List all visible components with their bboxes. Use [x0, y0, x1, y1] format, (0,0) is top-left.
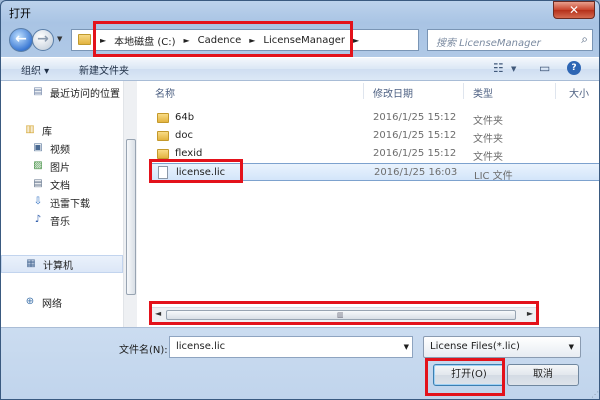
filetype-select[interactable]: License Files(*.lic) ▼: [423, 336, 581, 358]
filename-value: license.lic: [176, 341, 226, 352]
search-input[interactable]: 搜索 LicenseManager ⌕: [427, 29, 593, 51]
arrow-left-icon: ←: [15, 31, 27, 47]
thunder-download-icon: ⇩: [33, 196, 43, 207]
network-icon: ⊕: [25, 296, 35, 307]
title-bar: 打开 ✕: [1, 1, 599, 23]
arrow-right-icon: →: [37, 31, 49, 47]
column-header-name[interactable]: 名称: [155, 85, 175, 100]
file-row-doc[interactable]: doc 2016/1/25 15:12 文件夹: [149, 127, 599, 145]
filename-field[interactable]: license.lic ▼: [169, 336, 413, 358]
file-modified: 2016/1/25 16:03: [374, 167, 458, 178]
file-name: flexid: [175, 148, 203, 159]
file-modified: 2016/1/25 15:12: [373, 112, 457, 123]
folder-icon: [157, 131, 169, 141]
nav-item-thunder-downloads[interactable]: ⇩ 迅雷下载: [1, 193, 123, 211]
document-icon: ▤: [33, 178, 43, 189]
filetype-value: License Files(*.lic): [430, 341, 520, 352]
column-divider[interactable]: [363, 83, 364, 99]
nav-item-label: 计算机: [43, 260, 73, 272]
file-type: 文件夹: [473, 152, 503, 163]
chevron-down-icon[interactable]: ▼: [511, 65, 516, 73]
highlight-box-file: [149, 159, 243, 183]
command-toolbar: 组织 ▾ 新建文件夹 ☷ ▼ ▭ ?: [1, 57, 599, 81]
file-type: LIC 文件: [474, 171, 513, 182]
resize-grip-icon[interactable]: ⋰: [591, 390, 599, 399]
view-options-icon[interactable]: ☷: [493, 61, 504, 75]
nav-item-library[interactable]: ▥ 库: [1, 121, 123, 139]
new-folder-button[interactable]: 新建文件夹: [79, 62, 129, 77]
nav-item-label: 图片: [50, 162, 70, 174]
main-content: ▤ 最近访问的位置 ▥ 库 ▣ 视频 ▨ 图片 ▤ 文档 ⇩ 迅雷下载 ♪ 音乐…: [1, 81, 599, 327]
video-icon: ▣: [33, 142, 43, 153]
file-name: doc: [175, 130, 193, 141]
dialog-footer: 文件名(N): license.lic ▼ License Files(*.li…: [1, 327, 599, 399]
nav-item-label: 迅雷下载: [50, 198, 90, 210]
nav-item-computer[interactable]: ▦ 计算机: [1, 255, 123, 273]
nav-item-label: 网络: [42, 298, 62, 310]
search-placeholder: 搜索 LicenseManager: [436, 38, 541, 49]
file-type: 文件夹: [473, 116, 503, 127]
filename-label: 文件名(N):: [119, 345, 168, 356]
chevron-down-icon[interactable]: ▼: [404, 343, 409, 351]
library-icon: ▥: [25, 124, 35, 135]
close-button[interactable]: ✕: [553, 1, 595, 19]
folder-icon: [78, 34, 91, 45]
column-header-modified[interactable]: 修改日期: [373, 85, 413, 100]
organize-button[interactable]: 组织 ▾: [21, 62, 49, 77]
nav-item-label: 库: [42, 126, 52, 138]
nav-item-documents[interactable]: ▤ 文档: [1, 175, 123, 193]
computer-icon: ▦: [26, 258, 36, 269]
recent-locations-dropdown[interactable]: ▼: [57, 35, 62, 43]
highlight-box-address: [93, 21, 353, 57]
nav-item-video[interactable]: ▣ 视频: [1, 139, 123, 157]
file-modified: 2016/1/25 15:12: [373, 130, 457, 141]
picture-icon: ▨: [33, 160, 43, 171]
nav-item-label: 视频: [50, 144, 70, 156]
column-divider[interactable]: [555, 83, 556, 99]
nav-item-label: 最近访问的位置: [50, 88, 120, 100]
search-icon[interactable]: ⌕: [581, 32, 588, 47]
folder-icon: [157, 113, 169, 123]
file-list-view: 名称 修改日期 类型 大小 64b 2016/1/25 15:12 文件夹 do…: [143, 81, 599, 327]
column-header-size[interactable]: 大小: [569, 85, 589, 100]
music-icon: ♪: [34, 214, 42, 225]
recent-places-icon: ▤: [33, 86, 43, 97]
nav-item-label: 音乐: [50, 216, 70, 228]
highlight-box-open: [425, 358, 505, 396]
back-button[interactable]: ←: [9, 28, 33, 52]
window-title: 打开: [9, 7, 31, 20]
nav-item-pictures[interactable]: ▨ 图片: [1, 157, 123, 175]
chevron-down-icon: ▼: [568, 343, 574, 351]
help-icon[interactable]: ?: [567, 61, 581, 75]
column-header-type[interactable]: 类型: [473, 85, 493, 100]
scrollbar-thumb[interactable]: [126, 139, 136, 295]
navigation-pane: ▤ 最近访问的位置 ▥ 库 ▣ 视频 ▨ 图片 ▤ 文档 ⇩ 迅雷下载 ♪ 音乐…: [1, 81, 137, 327]
column-divider[interactable]: [463, 83, 464, 99]
file-row-64b[interactable]: 64b 2016/1/25 15:12 文件夹: [149, 109, 599, 127]
preview-pane-icon[interactable]: ▭: [539, 61, 550, 75]
navigation-scrollbar[interactable]: [123, 81, 137, 327]
open-file-dialog: 打开 ✕ ← → ▼ ► 本地磁盘 (C:) ► Cadence ► Licen…: [0, 0, 600, 400]
nav-item-recent-places[interactable]: ▤ 最近访问的位置: [1, 83, 123, 101]
nav-item-label: 文档: [50, 180, 70, 192]
folder-icon: [157, 149, 169, 159]
nav-item-music[interactable]: ♪ 音乐: [1, 211, 123, 229]
file-modified: 2016/1/25 15:12: [373, 148, 457, 159]
file-name: 64b: [175, 112, 195, 123]
close-icon: ✕: [568, 3, 580, 17]
file-type: 文件夹: [473, 134, 503, 145]
cancel-button[interactable]: 取消: [507, 364, 579, 386]
forward-button[interactable]: →: [32, 29, 54, 51]
nav-item-network[interactable]: ⊕ 网络: [1, 293, 123, 311]
highlight-box-scroll: [149, 301, 539, 325]
